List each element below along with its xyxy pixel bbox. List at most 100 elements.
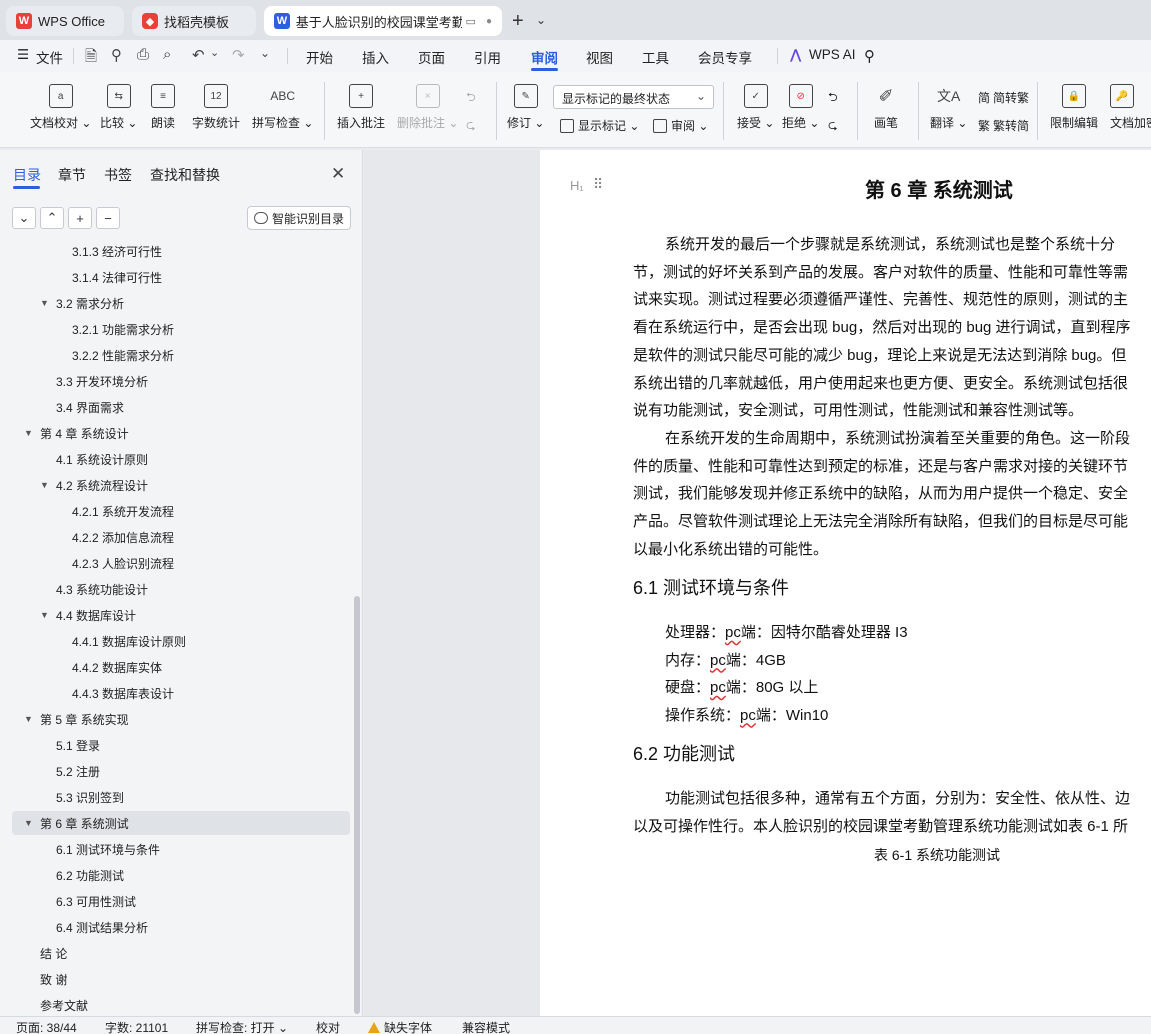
toc-item[interactable]: 致 谢 [24,966,67,992]
next-change-icon[interactable]: ⮎ [828,116,838,137]
show-markup-button[interactable]: 显示标记 ⌄ [560,117,639,134]
toc-item[interactable]: 6.2 功能测试 [40,862,124,888]
delete-comment-button[interactable]: × 删除批注 ⌄ [397,84,458,131]
print-icon[interactable]: ⎙ [137,46,149,63]
read-aloud-button[interactable]: ≡ 朗读 [151,84,175,131]
toc-item[interactable]: ▼ 4.4 数据库设计 [40,602,136,628]
prev-comment-icon[interactable]: ⮌ [466,88,476,109]
expand-triangle-icon[interactable]: ▼ [40,610,56,620]
menu-member[interactable]: 会员专享 [698,47,752,67]
spell-flagged-term[interactable]: pc [725,624,741,641]
toc-item[interactable]: ▼ 第 6 章 系统测试 [24,810,129,836]
doc-encrypt-button[interactable]: 🔑 文档加密 [1110,84,1151,131]
nav-tab-chapters[interactable]: 章节 [58,165,86,185]
toc-item[interactable]: 3.4 界面需求 [40,394,124,420]
tab-current-document[interactable]: W 基于人脸识别的校园课堂考勤管 ▭ ● [264,6,502,36]
nav-tab-toc[interactable]: 目录 [13,165,41,185]
undo-icon[interactable]: ↶ [192,46,205,64]
redo-icon[interactable]: ↷ [232,46,245,64]
menu-tools[interactable]: 工具 [642,47,669,67]
nav-scrollbar[interactable] [354,596,360,1014]
doc-check-button[interactable]: a 文档校对 ⌄ [30,84,91,131]
menu-page[interactable]: 页面 [418,47,445,67]
spell-check-status[interactable]: 拼写检查: 打开 ⌄ [196,1019,288,1034]
compare-button[interactable]: ⇆ 比较 ⌄ [100,84,137,131]
nav-tab-find-replace[interactable]: 查找和替换 [150,165,220,185]
toc-item[interactable]: ▼ 第 4 章 系统设计 [24,420,129,446]
drag-handle-icon[interactable]: ⠿ [593,177,603,193]
toc-item[interactable]: 6.3 可用性测试 [40,888,136,914]
toc-item[interactable]: 3.1.4 法律可行性 [56,264,162,290]
expand-triangle-icon[interactable]: ▼ [40,480,56,490]
tab-wps-office[interactable]: W WPS Office [6,6,124,36]
accept-button[interactable]: ✓ 接受 ⌄ [737,84,774,131]
toc-item[interactable]: ▼ 第 5 章 系统实现 [24,706,129,732]
spell-flagged-term[interactable]: pc [740,707,756,724]
wps-ai-icon[interactable]: ⋀ [790,47,801,63]
expand-triangle-icon[interactable]: ▼ [40,298,56,308]
spell-flagged-term[interactable]: pc [710,652,726,669]
markup-state-select[interactable]: 显示标记的最终状态 ⌄ [553,85,714,109]
toc-item[interactable]: 结 论 [24,940,67,966]
menu-file[interactable]: 文件 [36,47,63,67]
remove-heading-icon[interactable]: − [96,207,120,229]
reject-button[interactable]: ⊘ 拒绝 ⌄ [782,84,819,131]
expand-triangle-icon[interactable]: ▼ [24,714,40,724]
toc-item[interactable]: 6.4 测试结果分析 [40,914,148,940]
toc-item[interactable]: ▼ 3.2 需求分析 [40,290,124,316]
add-heading-icon[interactable]: + [68,207,92,229]
word-count-status[interactable]: 字数: 21101 [105,1019,168,1034]
restrict-edit-button[interactable]: 🔒 限制编辑 [1050,84,1098,131]
toc-item[interactable]: 4.2.1 系统开发流程 [56,498,174,524]
to-traditional-button[interactable]: 简 简转繁 [978,89,1029,106]
toc-item[interactable]: 4.3 系统功能设计 [40,576,148,602]
toc-item[interactable]: 6.1 测试环境与条件 [40,836,160,862]
collapse-down-icon[interactable]: ⌄ [12,207,36,229]
more-chevron-icon[interactable]: ⌄ [260,46,270,60]
nav-tab-bookmarks[interactable]: 书签 [104,165,132,185]
toc-item[interactable]: 参考文献 [24,992,88,1014]
toc-item[interactable]: 4.2.3 人脸识别流程 [56,550,174,576]
chevron-down-icon[interactable]: ⌄ [536,13,546,27]
expand-triangle-icon[interactable]: ▼ [24,818,40,828]
share-icon[interactable]: ⚲ [111,46,122,64]
toc-item[interactable]: 5.2 注册 [40,758,100,784]
toc-item[interactable]: 4.4.3 数据库表设计 [56,680,174,706]
save-icon[interactable]: 🗎 [85,46,97,71]
tab-docer-templates[interactable]: ◆ 找稻壳模板 [132,6,256,36]
smart-toc-button[interactable]: 智能识别目录 [247,206,351,230]
menu-insert[interactable]: 插入 [362,47,389,67]
toc-item[interactable]: 5.3 识别签到 [40,784,124,810]
review-pane-button[interactable]: 审阅 ⌄ [653,117,708,134]
toc-item[interactable]: 3.2.2 性能需求分析 [56,342,174,368]
toc-item[interactable]: 3.3 开发环境分析 [40,368,148,394]
toc-item[interactable]: 4.4.2 数据库实体 [56,654,162,680]
menu-review[interactable]: 审阅 [531,47,558,67]
menu-start[interactable]: 开始 [306,47,333,67]
to-simplified-button[interactable]: 繁 繁转简 [978,117,1029,134]
toc-item[interactable]: 4.4.1 数据库设计原则 [56,628,186,654]
undo-dropdown-icon[interactable]: ⌄ [210,46,219,59]
proof-status[interactable]: 校对 [316,1019,340,1034]
pen-button[interactable]: ✐ 画笔 [874,84,898,131]
toc-item[interactable]: 5.1 登录 [40,732,100,758]
expand-up-icon[interactable]: ⌃ [40,207,64,229]
unsaved-dot-icon[interactable]: ● [486,16,492,27]
menu-wps-ai[interactable]: WPS AI [809,47,856,62]
print-preview-icon[interactable]: ⌕ [163,46,171,63]
revise-button[interactable]: ✎ 修订 ⌄ [507,84,544,131]
toc-item[interactable]: ▼ 4.2 系统流程设计 [40,472,148,498]
translate-button[interactable]: 文A 翻译 ⌄ [930,84,967,131]
new-tab-plus-icon[interactable]: + [512,10,524,33]
toc-item[interactable]: 3.2.1 功能需求分析 [56,316,174,342]
next-comment-icon[interactable]: ⮎ [466,116,476,137]
close-icon[interactable]: ✕ [331,164,345,184]
hamburger-icon[interactable]: ☰ [17,47,29,63]
spell-flagged-term[interactable]: pc [710,679,726,696]
search-icon[interactable]: ⚲ [864,47,875,65]
page-indicator[interactable]: 页面: 38/44 [16,1019,77,1034]
toc-item[interactable]: 3.1.3 经济可行性 [56,238,162,264]
expand-triangle-icon[interactable]: ▼ [24,428,40,438]
prev-change-icon[interactable]: ⮌ [828,88,838,109]
toc-item[interactable]: 4.2.2 添加信息流程 [56,524,174,550]
